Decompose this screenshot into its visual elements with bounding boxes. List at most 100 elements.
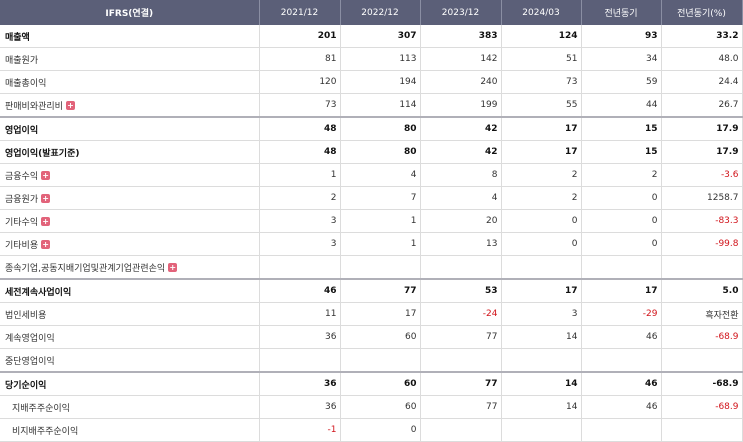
row-label-cell: 매출원가 [0, 47, 260, 71]
value-cell: -99.8 [661, 232, 743, 256]
value-cell: 194 [340, 70, 421, 94]
value-cell: 42 [420, 140, 502, 164]
value-cell: 2 [501, 186, 582, 210]
table-row: 기타비용 +3 1 13 0 0 -99.8 [0, 232, 743, 256]
row-label-cell[interactable]: 종속기업,공동지배기업및관계기업관련손익 + [0, 255, 260, 280]
table-row: 금융원가 +2 7 4 2 0 1258.7 [0, 186, 743, 210]
row-label: 영업이익 [5, 125, 39, 136]
value-cell: 13 [420, 232, 502, 256]
value-cell: 36 [259, 325, 341, 349]
expand-plus-icon[interactable]: + [41, 193, 51, 203]
header-row: IFRS(연결) 2021/12 2022/12 2023/12 2024/03… [0, 0, 743, 25]
header-prev-period: 전년동기 [581, 0, 662, 25]
table-row: 계속영업이익 36 60 77 14 46 -68.9 [0, 325, 743, 349]
value-cell: 14 [501, 395, 582, 419]
value-cell: 2 [581, 163, 662, 187]
value-cell: 42 [420, 116, 502, 141]
row-label: 매출원가 [5, 55, 39, 66]
value-cell: 15 [581, 140, 662, 164]
row-label: 비지배주주순이익 [12, 426, 79, 437]
value-cell: 3 [259, 232, 341, 256]
value-cell: 44 [581, 93, 662, 118]
value-cell: 4 [420, 186, 502, 210]
value-cell: 201 [259, 25, 341, 48]
table-row: 비지배주주순이익 -1 0 [0, 418, 743, 442]
value-cell: 60 [340, 371, 421, 396]
expand-plus-icon[interactable]: + [65, 100, 75, 110]
header-2021-12: 2021/12 [259, 0, 341, 25]
value-cell: 36 [259, 395, 341, 419]
row-label-cell[interactable]: 기타수익 + [0, 209, 260, 233]
table-row: 매출액 201 307 383 124 93 33.2 [0, 25, 743, 48]
row-label-cell: 계속영업이익 [0, 325, 260, 349]
value-cell: -29 [581, 302, 662, 326]
row-label: 세전계속사업이익 [5, 287, 72, 298]
value-cell: 77 [420, 325, 502, 349]
value-cell: 4 [340, 163, 421, 187]
value-cell: 46 [581, 395, 662, 419]
value-cell: -68.9 [661, 325, 743, 349]
table-row: 중단영업이익 [0, 348, 743, 373]
value-cell [661, 418, 743, 442]
expand-plus-icon[interactable]: + [41, 239, 51, 249]
value-cell: 2 [259, 186, 341, 210]
row-label-cell: 매출액 [0, 25, 260, 48]
value-cell: 53 [420, 278, 502, 303]
value-cell: 14 [501, 325, 582, 349]
row-label-cell[interactable]: 금융원가 + [0, 186, 260, 210]
header-prev-period-pct: 전년동기(%) [661, 0, 743, 25]
value-cell [661, 348, 743, 373]
row-label-cell: 영업이익 [0, 116, 260, 141]
value-cell: 17 [501, 278, 582, 303]
value-cell [259, 348, 341, 373]
value-cell: 3 [259, 209, 341, 233]
table-row: 지배주주순이익 36 60 77 14 46 -68.9 [0, 395, 743, 419]
value-cell: 1 [340, 232, 421, 256]
row-label: 금융수익 [5, 171, 39, 182]
row-label-cell: 지배주주순이익 [0, 395, 260, 419]
row-label-cell[interactable]: 기타비용 + [0, 232, 260, 256]
value-cell: 11 [259, 302, 341, 326]
row-label-cell: 법인세비용 [0, 302, 260, 326]
table-row: 판매비와관리비 +73 114 199 55 44 26.7 [0, 93, 743, 118]
row-label-cell: 영업이익(발표기준) [0, 140, 260, 164]
row-label-cell[interactable]: 금융수익 + [0, 163, 260, 187]
row-label-cell: 당기순이익 [0, 371, 260, 396]
row-label: 지배주주순이익 [12, 403, 70, 414]
table-row: 당기순이익 36 60 77 14 46 -68.9 [0, 371, 743, 396]
value-cell: 흑자전환 [661, 302, 743, 326]
value-cell: 17 [501, 140, 582, 164]
row-label-cell: 매출총이익 [0, 70, 260, 94]
header-2023-12: 2023/12 [420, 0, 502, 25]
row-label-cell[interactable]: 판매비와관리비 + [0, 93, 260, 118]
value-cell: 120 [259, 70, 341, 94]
header-2022-12: 2022/12 [340, 0, 421, 25]
value-cell: 51 [501, 47, 582, 71]
value-cell: 17 [501, 116, 582, 141]
value-cell [581, 418, 662, 442]
row-label: 당기순이익 [5, 380, 47, 391]
expand-plus-icon[interactable]: + [41, 216, 51, 226]
value-cell: 199 [420, 93, 502, 118]
value-cell [420, 348, 502, 373]
table-row: 법인세비용 11 17 -24 3 -29 흑자전환 [0, 302, 743, 326]
value-cell: 93 [581, 25, 662, 48]
value-cell: 46 [259, 278, 341, 303]
table-body: 매출액 201 307 383 124 93 33.2 매출원가 81 113 142 51 34 48.… [0, 25, 743, 442]
value-cell: 77 [420, 395, 502, 419]
row-label: 계속영업이익 [5, 333, 55, 344]
value-cell: 24.4 [661, 70, 743, 94]
value-cell [581, 348, 662, 373]
expand-plus-icon[interactable]: + [168, 262, 178, 272]
value-cell [501, 418, 582, 442]
row-label: 종속기업,공동지배기업및관계기업관련손익 [5, 263, 166, 274]
value-cell: 14 [501, 371, 582, 396]
value-cell: 48.0 [661, 47, 743, 71]
expand-plus-icon[interactable]: + [41, 170, 51, 180]
row-label: 매출총이익 [5, 78, 47, 89]
value-cell [420, 255, 502, 280]
value-cell: 80 [340, 116, 421, 141]
value-cell: -24 [420, 302, 502, 326]
table-row: 영업이익(발표기준) 48 80 42 17 15 17.9 [0, 140, 743, 164]
row-label: 기타비용 [5, 240, 39, 251]
